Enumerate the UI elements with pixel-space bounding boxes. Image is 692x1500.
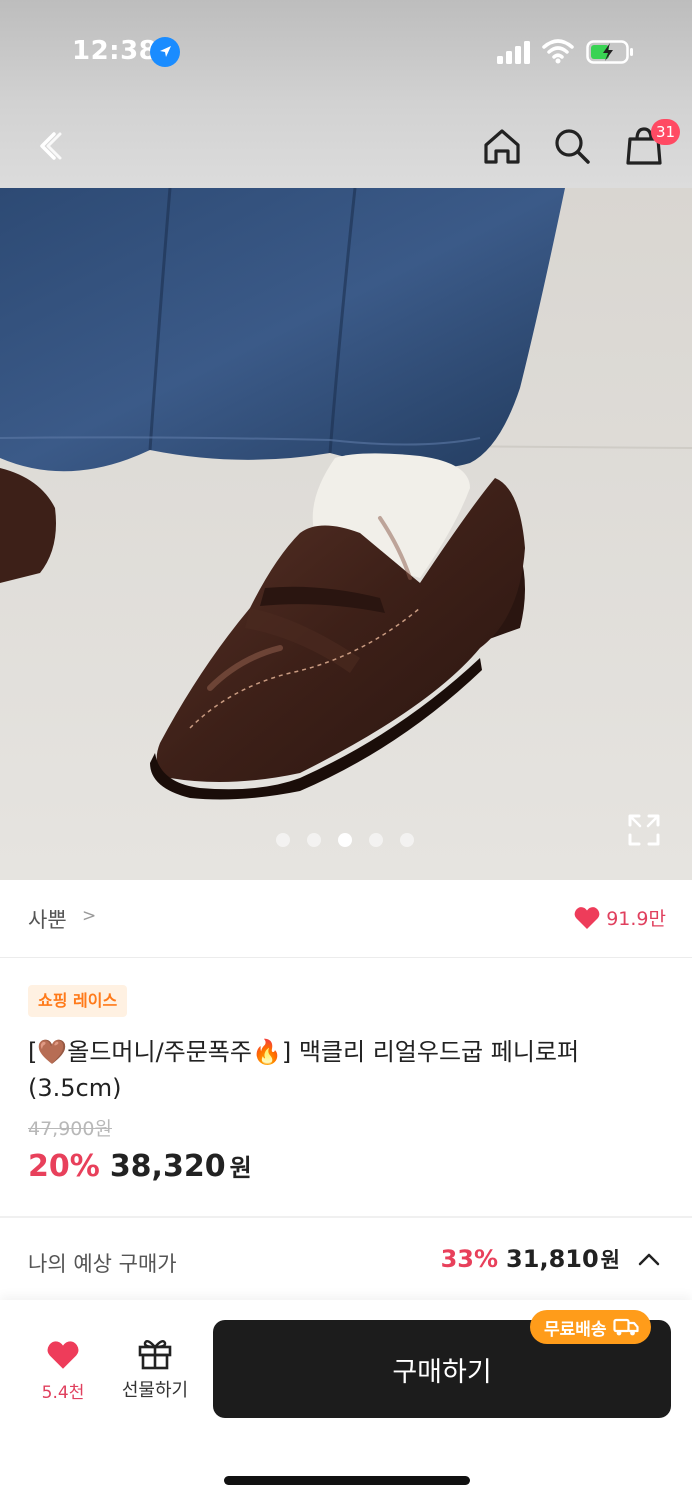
- home-icon: [484, 129, 520, 164]
- wifi-icon: [542, 39, 574, 64]
- gift-icon: [138, 1340, 172, 1370]
- carousel-dot[interactable]: [307, 833, 321, 847]
- carousel-indicator: [276, 833, 414, 847]
- gift-button[interactable]: 선물하기: [112, 1336, 198, 1408]
- status-time: 12:38: [72, 36, 158, 66]
- expected-discount: 33%: [440, 1245, 499, 1273]
- chevron-right-icon: >: [82, 906, 97, 926]
- search-icon: [555, 129, 590, 164]
- sale-price: 38,320: [109, 1149, 226, 1184]
- search-button[interactable]: [546, 120, 598, 172]
- currency-unit: 원: [229, 1154, 252, 1182]
- chevron-left-icon: [40, 132, 62, 160]
- location-arrow-icon: [150, 37, 180, 67]
- carousel-dot-active[interactable]: [338, 833, 352, 847]
- seller-name-link[interactable]: 사뿐: [28, 904, 67, 934]
- original-price: 47,900원: [28, 1118, 112, 1140]
- expected-price-row[interactable]: 나의 예상 구매가 33% 31,810 원: [0, 1218, 692, 1300]
- heart-icon: [47, 1341, 79, 1369]
- expand-icon[interactable]: [626, 812, 662, 848]
- carousel-dot[interactable]: [276, 833, 290, 847]
- shopping-race-badge: 쇼핑 레이스: [28, 985, 128, 1017]
- free-shipping-badge: 무료배송: [530, 1310, 651, 1344]
- wishlist-count: 5.4천: [41, 1383, 85, 1403]
- expected-price: 31,810: [506, 1245, 599, 1273]
- buy-button-label: 구매하기: [392, 1356, 492, 1388]
- back-button[interactable]: [22, 118, 78, 174]
- product-photo[interactable]: [0, 188, 692, 880]
- price-row: 20% 38,320 원: [28, 1148, 252, 1184]
- home-indicator: [224, 1476, 470, 1485]
- gift-label: 선물하기: [121, 1380, 189, 1401]
- product-title: [🤎올드머니/주문폭주🔥] 맥클리 리얼우드굽 페니로퍼 (3.5cm): [28, 1038, 580, 1102]
- expected-currency: 원: [600, 1248, 620, 1272]
- top-bar: 12:38 31: [0, 0, 692, 188]
- discount-rate: 20%: [28, 1149, 100, 1184]
- carousel-dot[interactable]: [400, 833, 414, 847]
- expected-price-label: 나의 예상 구매가: [28, 1252, 177, 1276]
- seller-row: 사뿐 > 91.9만: [0, 880, 692, 958]
- cellular-signal-icon: [497, 41, 530, 64]
- chevron-up-icon[interactable]: [638, 1252, 660, 1266]
- wishlist-button[interactable]: 5.4천: [30, 1340, 96, 1410]
- battery-charging-icon: [586, 40, 633, 64]
- seller-like-count: 91.9만: [606, 908, 666, 930]
- product-image: [0, 188, 692, 880]
- free-shipping-label: 무료배송: [544, 1319, 607, 1340]
- truck-icon: [612, 1318, 639, 1336]
- seller-like-button[interactable]: 91.9만: [574, 904, 666, 931]
- heart-icon: [574, 906, 600, 929]
- expected-price-value: 33% 31,810 원: [441, 1244, 660, 1274]
- home-button[interactable]: [476, 120, 528, 172]
- carousel-dot[interactable]: [369, 833, 383, 847]
- cart-count-badge: 31: [651, 119, 681, 145]
